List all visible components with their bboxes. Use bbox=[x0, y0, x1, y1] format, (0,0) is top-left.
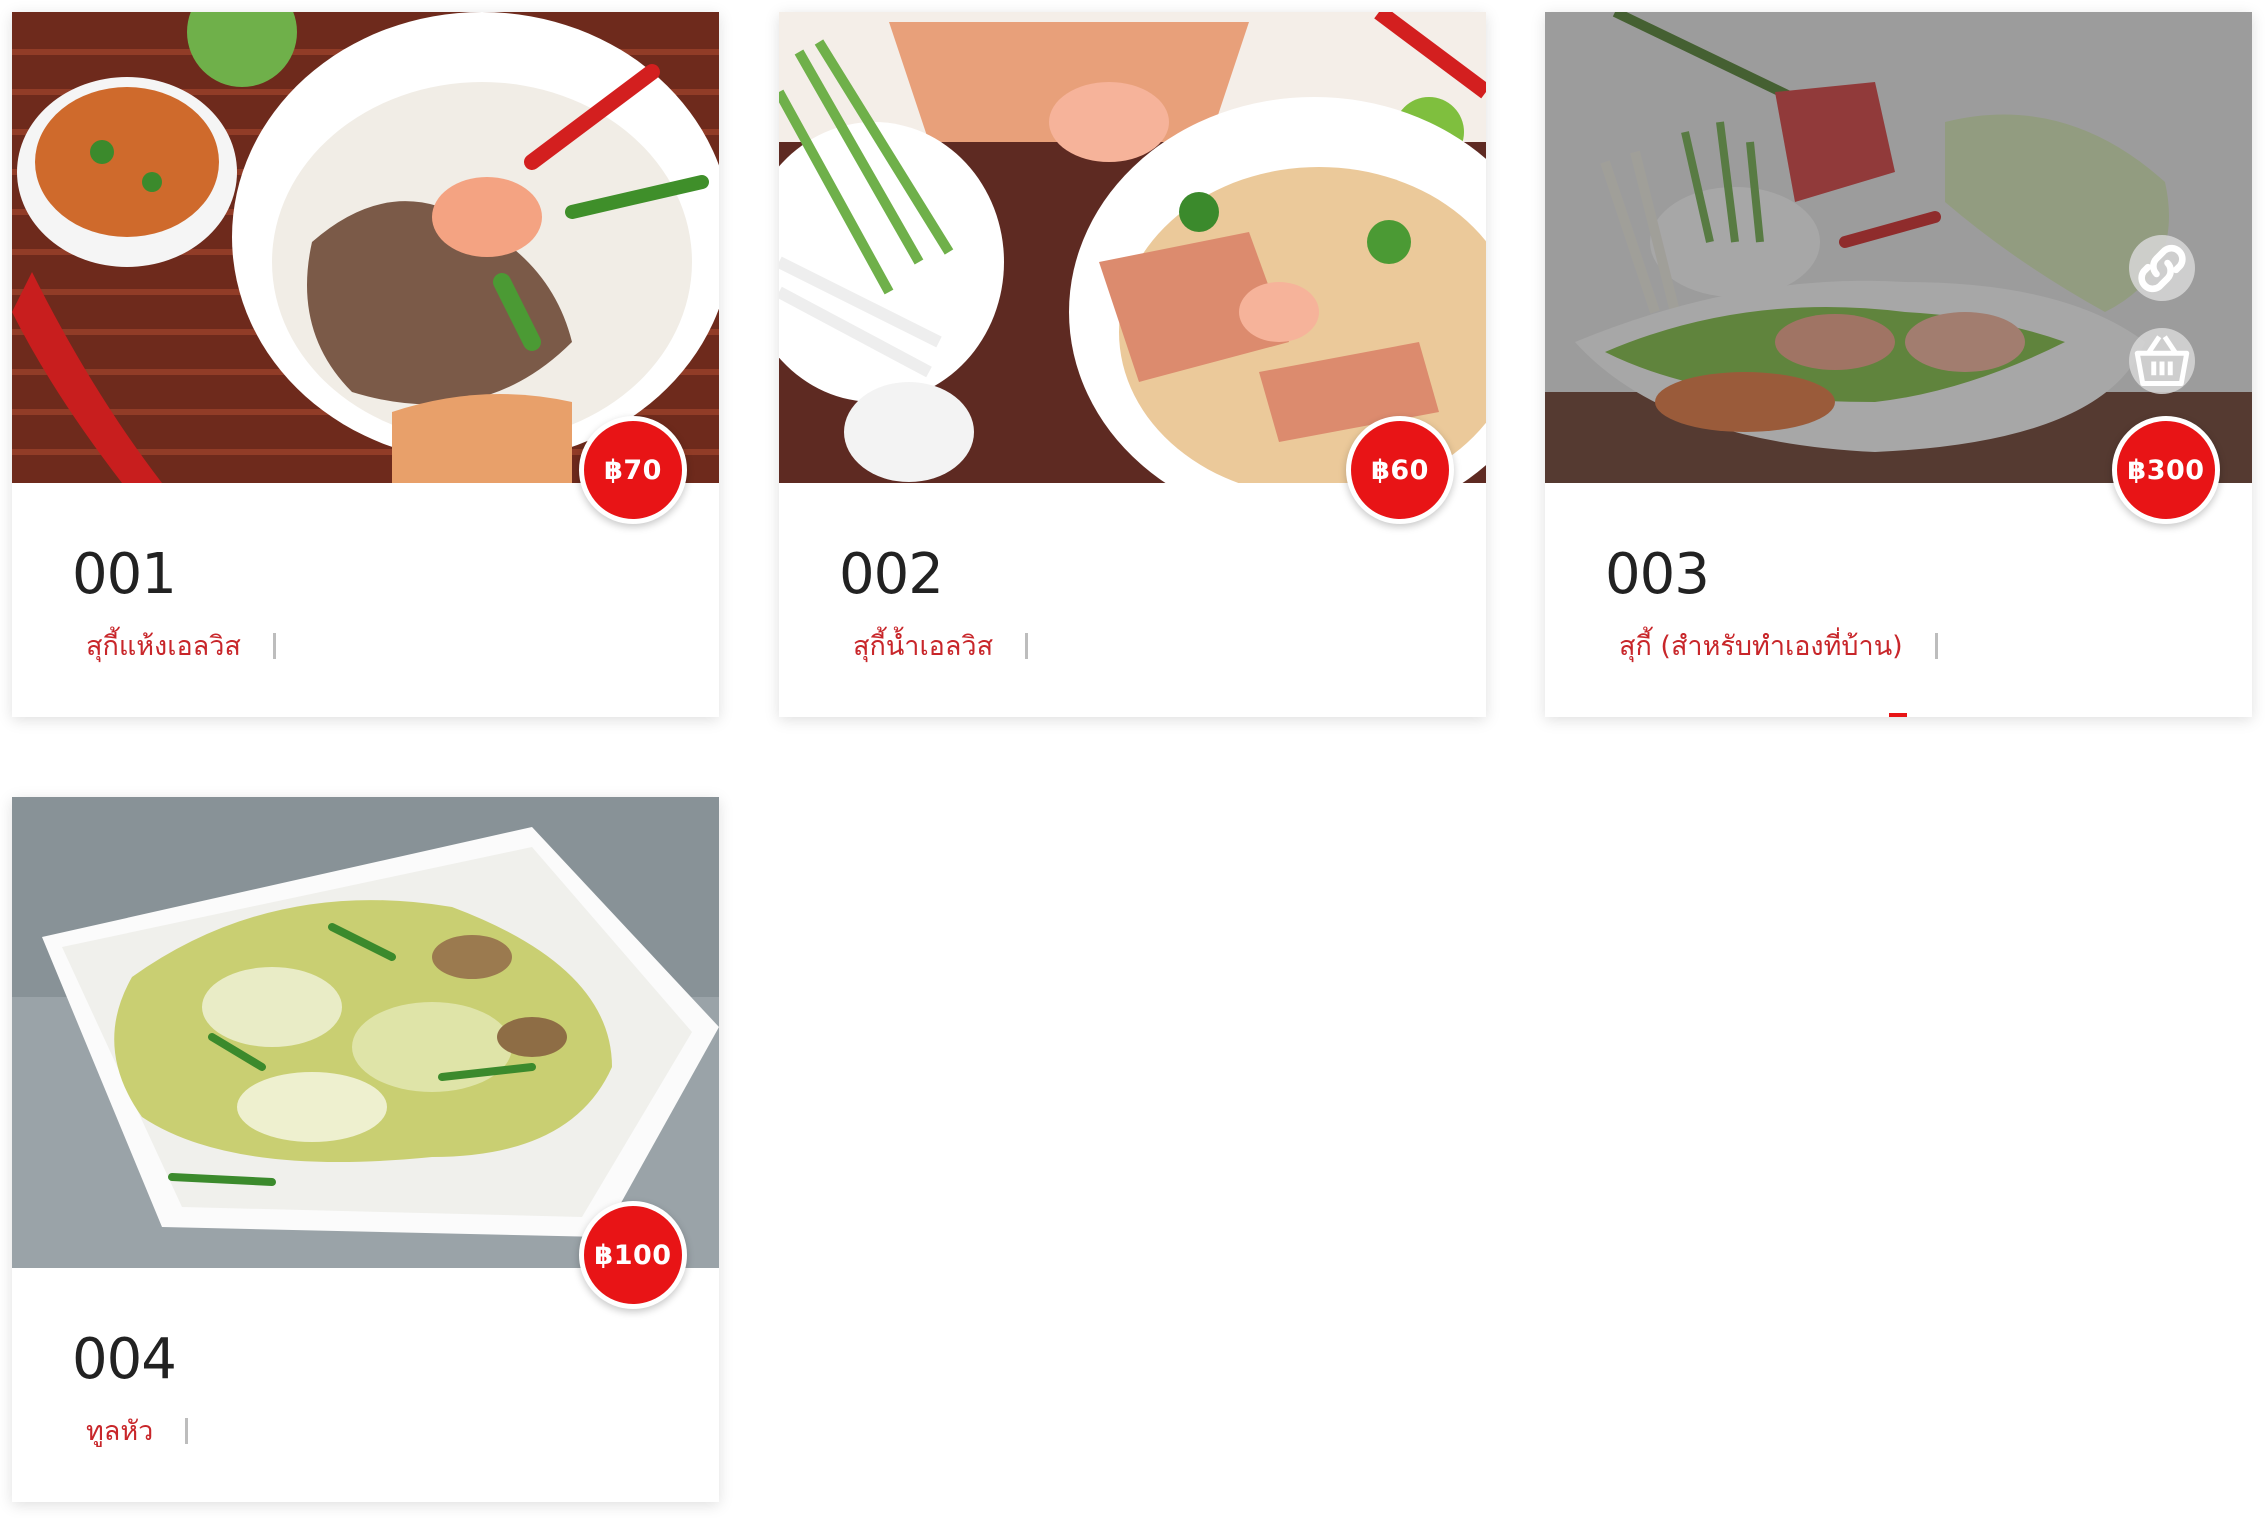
item-code[interactable]: 003 bbox=[1605, 542, 1710, 607]
food-photo-002[interactable] bbox=[779, 12, 1486, 483]
item-name-row: สุกี้แห้งเอลวิส bbox=[86, 624, 276, 667]
food-image bbox=[779, 12, 1486, 483]
food-photo-004[interactable] bbox=[12, 797, 719, 1268]
price-badge: ฿70 bbox=[579, 416, 687, 524]
menu-card-004[interactable]: ฿100 004 ทูลหัว bbox=[12, 797, 719, 1502]
item-code[interactable]: 002 bbox=[839, 542, 944, 607]
item-code[interactable]: 004 bbox=[72, 1327, 177, 1392]
separator bbox=[1934, 632, 1938, 659]
item-code[interactable]: 001 bbox=[72, 542, 177, 607]
item-name[interactable]: สุกี้แห้งเอลวิส bbox=[86, 624, 241, 667]
price-badge: ฿300 bbox=[2112, 416, 2220, 524]
separator bbox=[185, 1417, 189, 1444]
menu-card-001[interactable]: ฿70 001 สุกี้แห้งเอลวิส bbox=[12, 12, 719, 717]
item-name-row: สุกี้น้ำเอลวิส bbox=[853, 624, 1029, 667]
menu-card-003[interactable]: ฿300 003 สุกี้ (สำหรับทำเองที่บ้าน) bbox=[1545, 12, 2252, 717]
menu-card-002[interactable]: ฿60 002 สุกี้น้ำเอลวิส bbox=[779, 12, 1486, 717]
food-photo-001[interactable] bbox=[12, 12, 719, 483]
item-name[interactable]: ทูลหัว bbox=[86, 1409, 153, 1452]
item-name-row: ทูลหัว bbox=[86, 1409, 189, 1452]
separator bbox=[272, 632, 276, 659]
item-name[interactable]: สุกี้ (สำหรับทำเองที่บ้าน) bbox=[1619, 624, 1903, 667]
item-name[interactable]: สุกี้น้ำเอลวิส bbox=[853, 624, 993, 667]
active-indicator bbox=[1889, 713, 1907, 717]
food-image bbox=[12, 12, 719, 483]
price-badge: ฿100 bbox=[579, 1201, 687, 1309]
item-name-row: สุกี้ (สำหรับทำเองที่บ้าน) bbox=[1619, 624, 1938, 667]
add-to-cart-button[interactable] bbox=[2129, 328, 2195, 394]
separator bbox=[1025, 632, 1029, 659]
food-image bbox=[12, 797, 719, 1268]
food-photo-003[interactable] bbox=[1545, 12, 2252, 483]
price-badge: ฿60 bbox=[1346, 416, 1454, 524]
